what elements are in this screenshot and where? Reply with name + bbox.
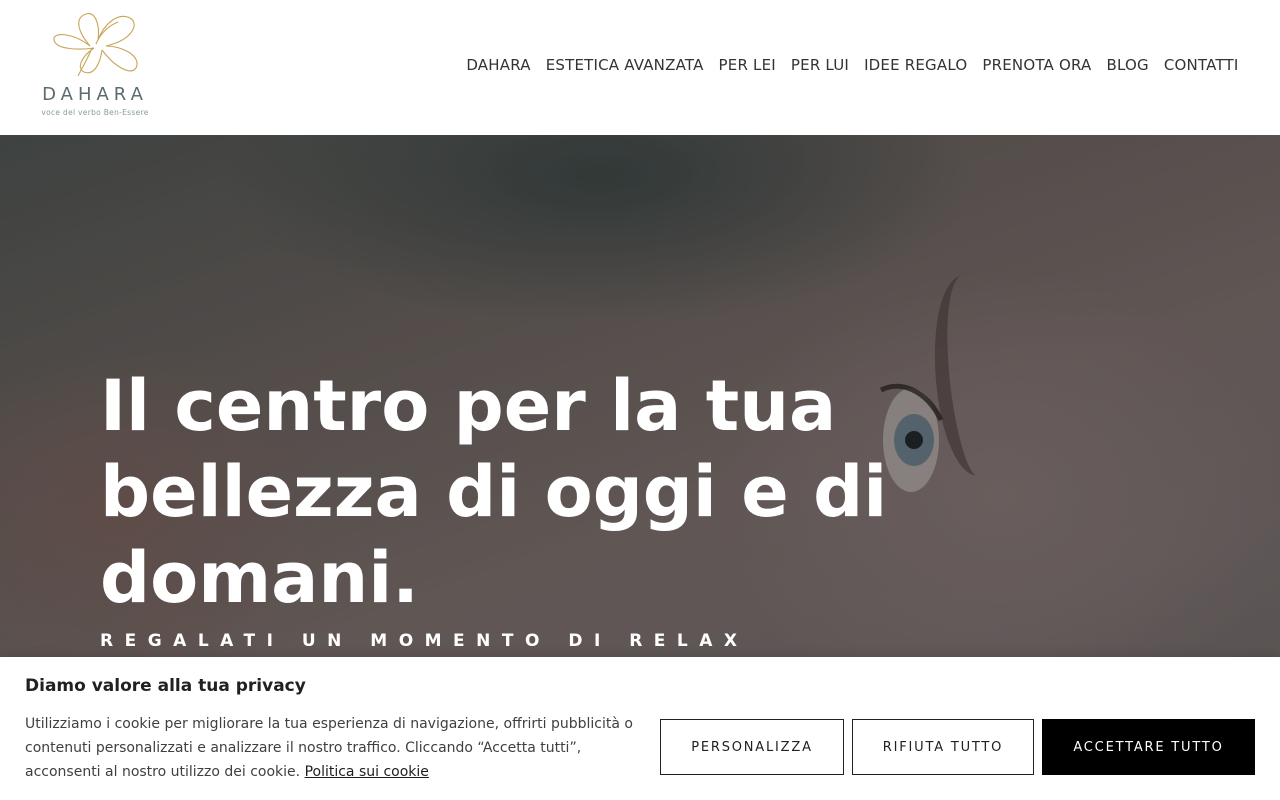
customize-button[interactable]: PERSONALIZZA [660,719,844,775]
nav-item-dahara[interactable]: DAHARA [459,56,538,74]
reject-all-button[interactable]: RIFIUTA TUTTO [852,719,1034,775]
cookie-consent-banner: Diamo valore alla tua privacy Utilizziam… [0,657,1280,800]
hero-title-line: Il centro per la tua [100,365,837,447]
hero-subtitle: REGALATI UN MOMENTO DI RELAX [100,631,749,651]
nav-item-prenota-ora[interactable]: PRENOTA ORA [975,56,1099,74]
nav-item-contatti[interactable]: CONTATTI [1156,56,1246,74]
hero-title-line: domani. [100,537,419,619]
logo-tagline: voce del verbo Ben-Essere [41,108,149,117]
main-navigation: DAHARA ESTETICA AVANZATA PER LEI PER LUI… [459,56,1246,74]
nav-item-idee-regalo[interactable]: IDEE REGALO [857,56,975,74]
nav-item-per-lui[interactable]: PER LUI [783,56,856,74]
hero-title-line: bellezza di oggi e di [100,451,888,533]
cookie-banner-text: Utilizziamo i cookie per migliorare la t… [25,712,640,784]
flower-outline-icon [53,13,138,77]
site-header: DAHARA voce del verbo Ben-Essere DAHARA … [0,0,1280,135]
logo-wordmark: DAHARA [42,84,148,105]
nav-item-blog[interactable]: BLOG [1099,56,1156,74]
cookie-banner-title: Diamo valore alla tua privacy [25,676,306,696]
nav-item-per-lei[interactable]: PER LEI [711,56,783,74]
hero-title: Il centro per la tua bellezza di oggi e … [100,363,1000,621]
nav-item-estetica-avanzata[interactable]: ESTETICA AVANZATA [538,56,711,74]
cookie-policy-link[interactable]: Politica sui cookie [305,764,429,780]
accept-all-button[interactable]: ACCETTARE TUTTO [1042,719,1255,775]
dahara-logo[interactable]: DAHARA voce del verbo Ben-Essere [28,10,168,122]
